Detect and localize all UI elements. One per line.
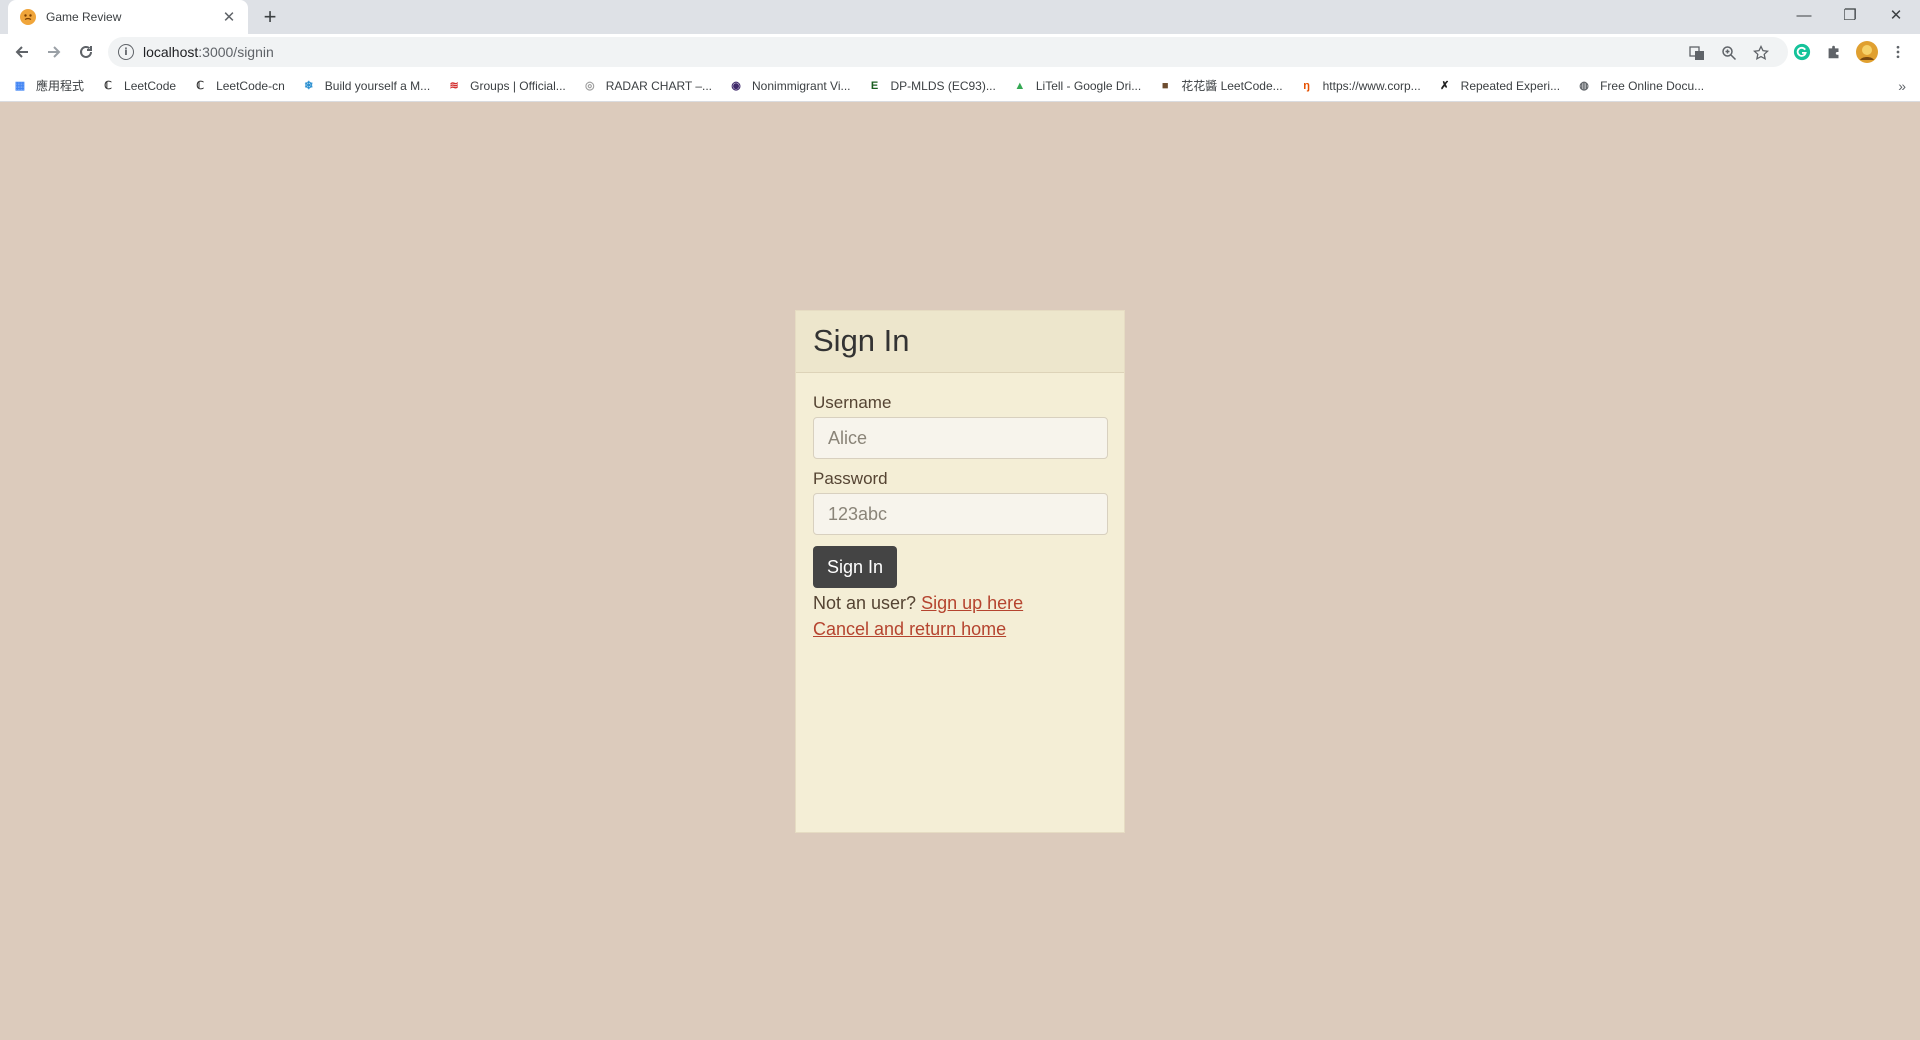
password-input[interactable] xyxy=(813,493,1108,535)
bookmark-label: 花花醬 LeetCode... xyxy=(1181,79,1283,93)
leetcode-icon: ℂ xyxy=(196,80,204,92)
new-tab-button[interactable]: + xyxy=(258,4,282,29)
username-input[interactable] xyxy=(813,417,1108,459)
signup-prompt: Not an user? Sign up here xyxy=(813,590,1107,616)
bookmark-label: Repeated Experi... xyxy=(1460,78,1561,93)
bookmark-label: Groups | Official... xyxy=(470,78,566,93)
leetcode-icon: ℂ xyxy=(104,80,112,92)
grammarly-icon[interactable] xyxy=(1792,42,1812,62)
radar-icon: ◎ xyxy=(584,80,595,92)
back-arrow-icon[interactable] xyxy=(8,38,36,66)
corp-icon: ŋ xyxy=(1303,79,1310,92)
bookmark-label: 應用程式 xyxy=(36,79,85,93)
bookmark-label: LeetCode-cn xyxy=(216,78,285,93)
bookmark-label: Nonimmigrant Vi... xyxy=(752,78,851,93)
bookmark-item[interactable]: ▲ LiTell - Google Dri... xyxy=(1012,78,1141,94)
browser-toolbar: i localhost:3000/signin xyxy=(0,34,1920,70)
seal-icon: ◉ xyxy=(731,80,741,92)
url-host: localhost xyxy=(143,44,199,60)
minimize-icon[interactable]: — xyxy=(1781,0,1827,30)
extensions-puzzle-icon[interactable] xyxy=(1824,42,1844,62)
bookmark-label: Free Online Docu... xyxy=(1600,78,1705,93)
restore-icon[interactable]: ❐ xyxy=(1827,0,1873,30)
groups-icon: ≋ xyxy=(449,80,459,92)
bookmark-label: RADAR CHART –... xyxy=(605,78,713,93)
browser-menu-icon[interactable] xyxy=(1888,42,1908,62)
url-path: :3000/signin xyxy=(198,44,274,60)
avatar-icon: ■ xyxy=(1161,79,1169,92)
bookmark-item[interactable]: ≋ Groups | Official... xyxy=(446,78,566,94)
cancel-row: Cancel and return home xyxy=(813,616,1107,642)
game-review-favicon-icon xyxy=(20,9,36,25)
tab-title: Game Review xyxy=(46,10,122,24)
bookmark-item[interactable]: E DP-MLDS (EC93)... xyxy=(867,78,996,94)
bookmark-item[interactable]: ✗ Repeated Experi... xyxy=(1437,78,1560,94)
browser-tab[interactable]: Game Review ✕ xyxy=(8,0,248,34)
bookmark-label: DP-MLDS (EC93)... xyxy=(890,78,996,93)
bookmark-item[interactable]: ℂ LeetCode-cn xyxy=(192,78,285,94)
apps-grid-icon: ▦ xyxy=(14,80,26,92)
card-header: Sign In xyxy=(796,311,1124,373)
close-window-icon[interactable]: ✕ xyxy=(1873,0,1919,30)
x-logo-icon: ✗ xyxy=(1440,80,1450,92)
signin-form: Username Password Sign In Not an user? S… xyxy=(796,373,1124,662)
bookmark-star-icon[interactable] xyxy=(1752,44,1770,62)
bookmark-item[interactable]: ŋ https://www.corp... xyxy=(1299,78,1421,94)
zoom-icon[interactable] xyxy=(1720,44,1738,62)
bookmark-item[interactable]: ◍ Free Online Docu... xyxy=(1576,78,1704,94)
bookmark-label: https://www.corp... xyxy=(1322,78,1421,93)
reload-icon[interactable] xyxy=(72,38,100,66)
google-drive-icon: ▲ xyxy=(1014,79,1026,92)
cancel-return-home-link[interactable]: Cancel and return home xyxy=(813,619,1006,639)
signup-link[interactable]: Sign up here xyxy=(921,593,1023,613)
profile-avatar[interactable] xyxy=(1855,40,1879,64)
tab-close-icon[interactable]: ✕ xyxy=(220,8,238,26)
forward-arrow-icon[interactable] xyxy=(40,38,68,66)
ece-icon: E xyxy=(870,79,879,92)
address-bar[interactable]: i localhost:3000/signin xyxy=(108,37,1788,67)
bookmark-label: LeetCode xyxy=(124,78,177,93)
signin-card: Sign In Username Password Sign In Not an… xyxy=(795,310,1125,833)
sign-in-button[interactable]: Sign In xyxy=(813,546,898,588)
site-info-icon[interactable]: i xyxy=(118,44,134,60)
page-title: Sign In xyxy=(813,323,910,358)
translate-icon[interactable] xyxy=(1688,44,1706,62)
bookmark-label: LiTell - Google Dri... xyxy=(1035,78,1142,93)
bookmark-item[interactable]: ℂ LeetCode xyxy=(100,78,176,94)
bookmark-item[interactable]: ❄ Build yourself a M... xyxy=(301,78,430,94)
not-user-text: Not an user? xyxy=(813,593,917,613)
username-label: Username xyxy=(813,393,892,412)
bookmark-item[interactable]: ▦ 應用程式 xyxy=(12,77,84,94)
bookmarks-bar: ▦ 應用程式 ℂ LeetCode ℂ LeetCode-cn ❄ Build yoursel… xyxy=(0,70,1920,102)
bookmark-item[interactable]: ■ 花花醬 LeetCode... xyxy=(1157,77,1283,94)
password-label: Password xyxy=(813,469,888,488)
bookmark-item[interactable]: ◉ Nonimmigrant Vi... xyxy=(728,78,850,94)
snowflake-icon: ❄ xyxy=(304,80,314,92)
bookmark-label: Build yourself a M... xyxy=(324,78,431,93)
bookmarks-overflow-icon[interactable]: » xyxy=(1898,78,1906,94)
bookmark-item[interactable]: ◎ RADAR CHART –... xyxy=(582,78,712,94)
tab-strip: Game Review ✕ + — ❐ ✕ xyxy=(0,0,1920,34)
globe-icon: ◍ xyxy=(1579,80,1589,92)
